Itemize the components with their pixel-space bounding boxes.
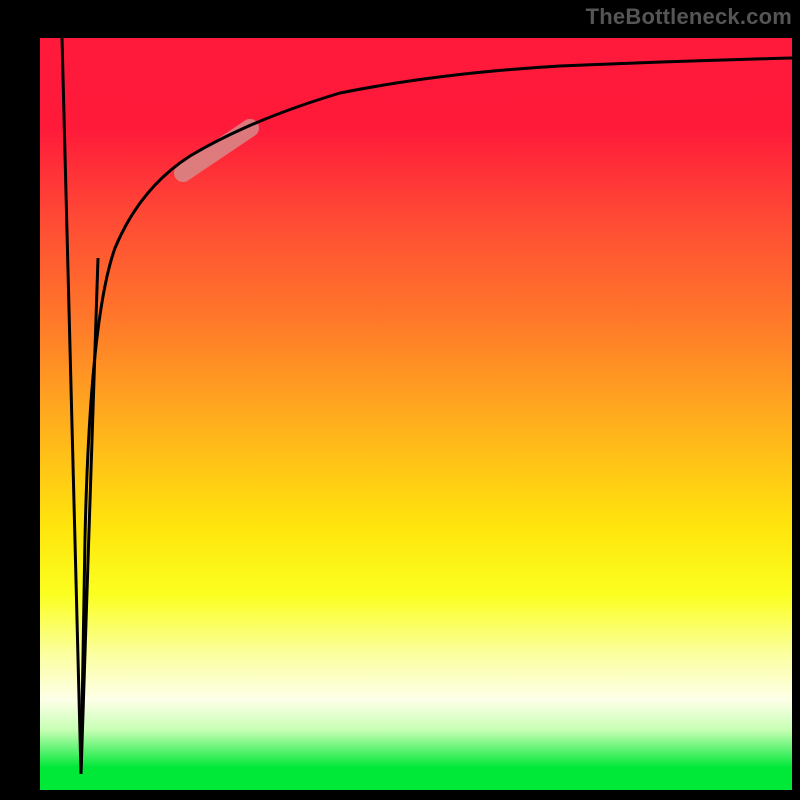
curve-layer xyxy=(40,38,792,790)
plot-area xyxy=(40,38,792,790)
watermark-text: TheBottleneck.com xyxy=(586,4,792,30)
highlight-segment xyxy=(183,128,250,173)
spike-line xyxy=(62,38,98,774)
chart-stage: TheBottleneck.com xyxy=(0,0,800,800)
